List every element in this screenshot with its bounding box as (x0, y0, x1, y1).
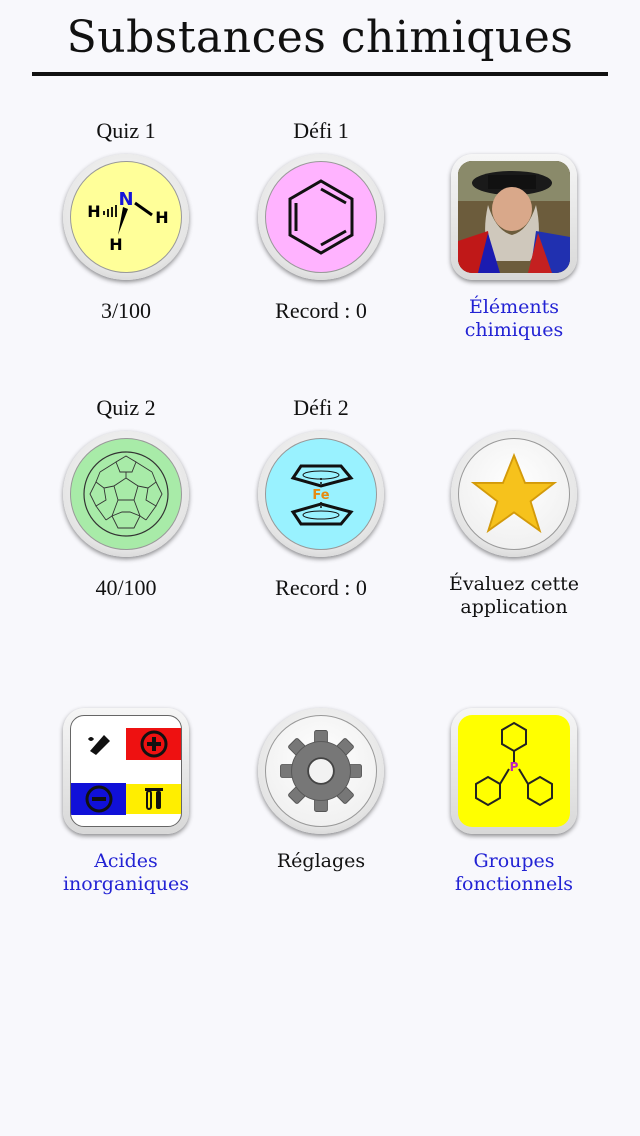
settings-button[interactable] (258, 708, 384, 834)
quiz2-cell: Quiz 2 40/100 (26, 395, 226, 601)
rate-label: Évaluez cette application (414, 573, 614, 619)
rating-star-icon (470, 452, 558, 534)
page-title: Substances chimiques (66, 12, 574, 63)
quiz2-score: 40/100 (95, 575, 157, 600)
settings-label: Réglages (276, 850, 366, 872)
ammonia-h1-label: H (87, 202, 100, 221)
settings-gear-icon (280, 730, 362, 812)
ammonia-h2-label: H (155, 208, 168, 227)
phosphorus-label: P (510, 760, 519, 774)
acides-link-line1: Acides (94, 850, 158, 872)
quiz2-button[interactable] (63, 431, 189, 557)
reglages-cell: Réglages (221, 698, 421, 873)
quiz1-cell: Quiz 1 N H H H 3/100 (26, 118, 226, 324)
buckyball-icon (83, 451, 169, 537)
benzene-icon (265, 161, 377, 273)
gear-icon (265, 715, 377, 827)
ammonia-n-label: N (118, 189, 133, 210)
minus-icon (71, 782, 126, 815)
rate-label-line2: application (460, 596, 568, 618)
ferrocene-molecule-icon: Fe (290, 464, 354, 526)
ammonia-icon: N H H H (70, 161, 182, 273)
plus-icon (126, 727, 181, 760)
ammonia-molecule-icon: N H H H (87, 189, 168, 254)
benzene-ring-icon (288, 179, 354, 255)
defi2-label: Défi 2 (293, 395, 349, 420)
rate-label-line1: Évaluez cette (449, 573, 579, 595)
groupes-link-line2: fonctionnels (454, 873, 574, 895)
ferrocene-icon: Fe (265, 438, 377, 550)
defi1-label: Défi 1 (293, 118, 349, 143)
test-tube-icon (126, 783, 181, 814)
quiz2-label: Quiz 2 (96, 395, 156, 420)
ammonia-h3-label: H (109, 235, 122, 254)
triphenylphosphine-icon: P (458, 715, 570, 827)
defi1-record: Record : 0 (275, 298, 367, 323)
defi1-cell: Défi 1 Record : 0 (221, 118, 421, 324)
acides-link[interactable]: Acides inorganiques (26, 850, 226, 896)
rate-cell: Évaluez cette application (414, 421, 614, 619)
star-icon (458, 438, 570, 550)
elements-link[interactable]: Éléments chimiques (414, 296, 614, 342)
defi2-button[interactable]: Fe (258, 431, 384, 557)
rate-button[interactable] (451, 431, 577, 557)
groupes-link[interactable]: Groupes fonctionnels (414, 850, 614, 896)
quiz1-label: Quiz 1 (96, 118, 156, 143)
acides-link-line2: inorganiques (62, 873, 190, 895)
groupes-button[interactable]: P (451, 708, 577, 834)
quiz1-button[interactable]: N H H H (63, 154, 189, 280)
defi1-button[interactable] (258, 154, 384, 280)
elements-link-line2: chimiques (464, 319, 564, 341)
fullerene-icon (70, 438, 182, 550)
quiz1-score: 3/100 (100, 298, 152, 323)
acid-base-icon (70, 715, 182, 827)
ferrocene-fe-label: Fe (312, 488, 329, 503)
scientist-portrait-icon (458, 161, 570, 273)
elements-cell: Éléments chimiques (414, 144, 614, 342)
phosphine-molecule-icon: P (475, 721, 553, 807)
groupes-link-line1: Groupes (473, 850, 555, 872)
acides-button[interactable] (63, 708, 189, 834)
portrait-icon (458, 161, 570, 273)
flask-icon (71, 728, 126, 759)
defi2-record: Record : 0 (275, 575, 367, 600)
groupes-cell: P Groupes fonctionnels (414, 698, 614, 896)
title-divider (32, 72, 608, 76)
defi2-cell: Défi 2 Fe Record : 0 (221, 395, 421, 601)
elements-link-line1: Éléments (468, 296, 560, 318)
elements-button[interactable] (451, 154, 577, 280)
acides-cell: Acides inorganiques (26, 698, 226, 896)
